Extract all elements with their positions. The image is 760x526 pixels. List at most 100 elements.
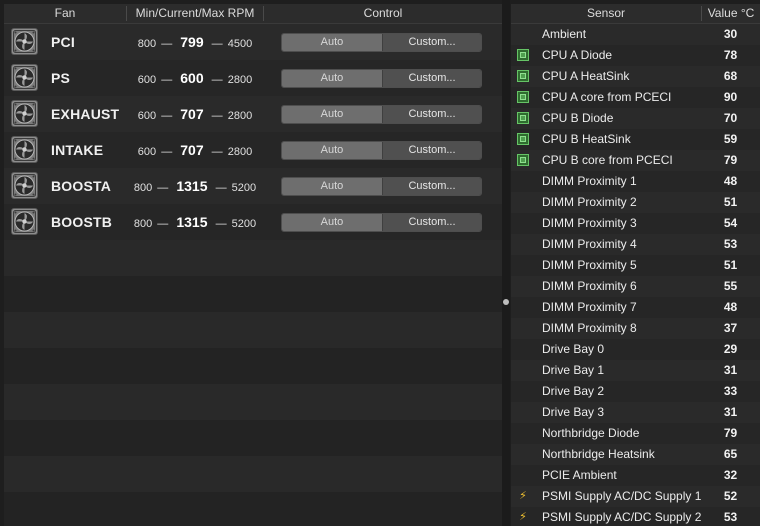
fan-control-segmented[interactable]: Auto Custom... [281, 141, 482, 160]
sensor-row[interactable]: ⚡ PSMI Supply AC/DC Supply 2 53 [511, 507, 760, 526]
fan-current-rpm: 1315 [176, 214, 208, 230]
sensor-name: DIMM Proximity 7 [542, 300, 637, 314]
sensor-row[interactable]: Drive Bay 0 29 [511, 339, 760, 360]
sensor-value: 48 [723, 300, 738, 314]
sensor-row[interactable]: ⚡ PSMI Supply AC/DC Supply 1 52 [511, 486, 760, 507]
sensor-value: 37 [723, 321, 738, 335]
fan-rpm-readout: 600 — 600 — 2800 [126, 60, 264, 96]
value-column-header[interactable]: Value °C [702, 4, 760, 23]
custom-button[interactable]: Custom... [382, 106, 481, 123]
control-column-header[interactable]: Control [264, 4, 502, 23]
blank-icon [517, 259, 529, 271]
blank-icon [517, 406, 529, 418]
fan-row-boosta[interactable]: BOOSTA 800 — 1315 — 5200 Auto Custom... [4, 168, 502, 204]
fan-icon [11, 136, 38, 163]
sensor-row[interactable]: DIMM Proximity 1 48 [511, 171, 760, 192]
fan-row-intake[interactable]: INTAKE 600 — 707 — 2800 Auto Custom... [4, 132, 502, 168]
fan-min-rpm: 600 [137, 110, 157, 122]
sensor-row[interactable]: Northbridge Diode 79 [511, 423, 760, 444]
fan-min-rpm: 600 [137, 74, 157, 86]
divider-handle[interactable] [503, 299, 509, 305]
sensor-row[interactable]: CPU A HeatSink 68 [511, 66, 760, 87]
fan-rpm-readout: 600 — 707 — 2800 [126, 132, 264, 168]
sensor-row[interactable]: DIMM Proximity 8 37 [511, 318, 760, 339]
fan-control-segmented[interactable]: Auto Custom... [281, 213, 482, 232]
rpm-separator: — [157, 182, 169, 194]
sensor-name: DIMM Proximity 8 [542, 321, 637, 335]
sensor-row[interactable]: DIMM Proximity 3 54 [511, 213, 760, 234]
fan-row-ps[interactable]: PS 600 — 600 — 2800 Auto Custom... [4, 60, 502, 96]
chip-icon [517, 49, 529, 61]
blank-icon [517, 448, 529, 460]
sensor-row[interactable]: CPU B Diode 70 [511, 108, 760, 129]
rpm-separator: — [211, 146, 223, 158]
sensor-value: 29 [723, 342, 738, 356]
sensor-row[interactable]: Drive Bay 2 33 [511, 381, 760, 402]
sensor-row[interactable]: DIMM Proximity 5 51 [511, 255, 760, 276]
empty-row [4, 492, 502, 526]
fan-row-boostb[interactable]: BOOSTB 800 — 1315 — 5200 Auto Custom... [4, 204, 502, 240]
sensor-value: 48 [723, 174, 738, 188]
fan-max-rpm: 2800 [227, 110, 253, 122]
sensor-row[interactable]: Northbridge Heatsink 65 [511, 444, 760, 465]
sensor-row[interactable]: Drive Bay 3 31 [511, 402, 760, 423]
auto-button[interactable]: Auto [282, 34, 382, 51]
sensor-value: 68 [723, 69, 738, 83]
auto-button[interactable]: Auto [282, 178, 382, 195]
fan-rpm-readout: 800 — 799 — 4500 [126, 24, 264, 60]
sensor-value: 65 [723, 447, 738, 461]
rpm-separator: — [211, 74, 223, 86]
auto-button[interactable]: Auto [282, 142, 382, 159]
chip-icon [517, 154, 529, 166]
sensor-name: DIMM Proximity 4 [542, 237, 637, 251]
sensor-name: Drive Bay 3 [542, 405, 605, 419]
sensor-name: CPU A HeatSink [542, 69, 630, 83]
split-view-divider[interactable] [502, 0, 510, 526]
rpm-column-header[interactable]: Min/Current/Max RPM [127, 4, 263, 23]
fan-column-header[interactable]: Fan [4, 4, 126, 23]
sensor-value: 31 [723, 405, 738, 419]
sensor-column-header[interactable]: Sensor [511, 4, 701, 23]
fan-control-segmented[interactable]: Auto Custom... [281, 177, 482, 196]
fan-control-segmented[interactable]: Auto Custom... [281, 105, 482, 124]
sensor-row[interactable]: Ambient 30 [511, 24, 760, 45]
custom-button[interactable]: Custom... [382, 70, 481, 87]
fan-row-exhaust[interactable]: EXHAUST 600 — 707 — 2800 Auto Custom... [4, 96, 502, 132]
sensor-value: 90 [723, 90, 738, 104]
fan-min-rpm: 800 [133, 218, 153, 230]
sensor-row[interactable]: PCIE Ambient 32 [511, 465, 760, 486]
sensor-row[interactable]: CPU B core from PCECI 79 [511, 150, 760, 171]
fan-control-segmented[interactable]: Auto Custom... [281, 69, 482, 88]
sensor-name: Drive Bay 0 [542, 342, 605, 356]
sensor-row[interactable]: DIMM Proximity 7 48 [511, 297, 760, 318]
blank-icon [517, 469, 529, 481]
empty-row [4, 276, 502, 312]
sensor-value: 55 [723, 279, 738, 293]
auto-button[interactable]: Auto [282, 70, 382, 87]
sensor-row[interactable]: DIMM Proximity 2 51 [511, 192, 760, 213]
fan-table-header: Fan Min/Current/Max RPM Control [4, 4, 502, 24]
sensor-row[interactable]: DIMM Proximity 6 55 [511, 276, 760, 297]
sensor-row[interactable]: CPU A Diode 78 [511, 45, 760, 66]
sensor-name: Drive Bay 1 [542, 363, 605, 377]
fan-min-rpm: 800 [133, 182, 153, 194]
sensor-row[interactable]: DIMM Proximity 4 53 [511, 234, 760, 255]
fan-row-pci[interactable]: PCI 800 — 799 — 4500 Auto Custom... [4, 24, 502, 60]
custom-button[interactable]: Custom... [382, 142, 481, 159]
custom-button[interactable]: Custom... [382, 34, 481, 51]
rpm-separator: — [161, 146, 173, 158]
sensor-value: 33 [723, 384, 738, 398]
fan-icon [11, 28, 38, 55]
fan-name: BOOSTB [51, 214, 113, 230]
sensor-name: DIMM Proximity 3 [542, 216, 637, 230]
custom-button[interactable]: Custom... [382, 214, 481, 231]
sensor-name: DIMM Proximity 2 [542, 195, 637, 209]
fan-control-segmented[interactable]: Auto Custom... [281, 33, 482, 52]
sensor-row[interactable]: Drive Bay 1 31 [511, 360, 760, 381]
auto-button[interactable]: Auto [282, 106, 382, 123]
sensor-row[interactable]: CPU A core from PCECI 90 [511, 87, 760, 108]
sensor-row[interactable]: CPU B HeatSink 59 [511, 129, 760, 150]
auto-button[interactable]: Auto [282, 214, 382, 231]
sensor-value: 53 [723, 237, 738, 251]
custom-button[interactable]: Custom... [382, 178, 481, 195]
